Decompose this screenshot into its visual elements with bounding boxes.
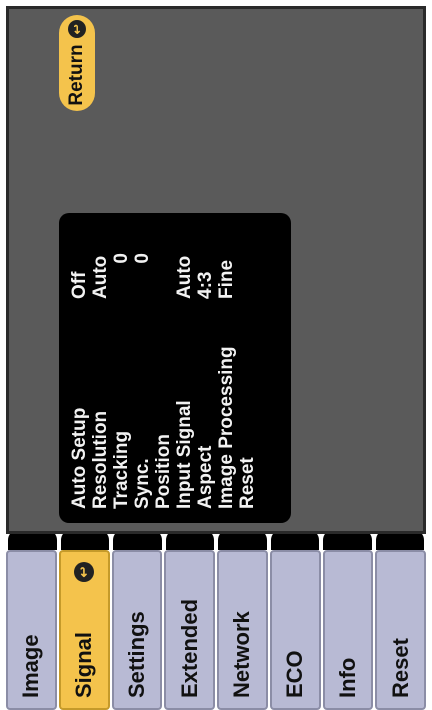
tab-label: ECO: [282, 650, 308, 698]
menu-item-tracking[interactable]: Tracking 0: [111, 219, 132, 509]
tab-label: Extended: [176, 598, 202, 698]
tab-eco[interactable]: ECO: [269, 550, 321, 710]
tab-label: Signal: [71, 631, 97, 698]
menu-value: [153, 219, 174, 299]
tab-label: Network: [229, 611, 255, 698]
menu-item-image-processing[interactable]: Image Processing Fine: [216, 219, 237, 509]
menu-item-position[interactable]: Position: [153, 219, 174, 509]
menu-value: 0: [132, 253, 153, 264]
menu-item-sync[interactable]: Sync. 0: [132, 219, 153, 509]
menu-item-reset[interactable]: Reset: [237, 219, 258, 509]
menu-label: Auto Setup: [69, 407, 90, 509]
menu-label: Aspect: [195, 445, 216, 509]
tab-label: Info: [334, 657, 360, 698]
settings-list: Auto Setup Off Resolution Auto Tracking …: [59, 213, 291, 523]
tab-reset[interactable]: Reset: [375, 550, 426, 710]
tab-image[interactable]: Image: [6, 550, 57, 710]
tab-extended[interactable]: Extended: [164, 550, 215, 710]
tab-info[interactable]: Info: [322, 550, 374, 710]
menu-label: Position: [153, 434, 174, 509]
menu-value: Auto: [90, 255, 111, 299]
return-button[interactable]: Return ↩: [59, 15, 95, 111]
menu-list: Auto Setup Off Resolution Auto Tracking …: [69, 219, 258, 509]
enter-icon: ↩: [74, 562, 95, 582]
menu-value: Off: [69, 271, 90, 299]
category-tabs: Image Signal ↩ Settings Extended Network…: [6, 550, 426, 710]
tab-settings[interactable]: Settings: [111, 550, 163, 710]
menu-value: Fine: [216, 259, 237, 299]
tab-signal[interactable]: Signal ↩: [58, 550, 110, 710]
menu-item-resolution[interactable]: Resolution Auto: [90, 219, 111, 509]
menu-value: 4:3: [195, 271, 216, 299]
menu-value: [237, 219, 258, 299]
menu-value: Auto: [174, 255, 195, 299]
menu-label: Resolution: [90, 410, 111, 509]
enter-icon: ↩: [68, 20, 86, 39]
tab-label: Settings: [123, 611, 149, 698]
menu-label: Sync.: [132, 458, 153, 509]
menu-label: Tracking: [111, 430, 132, 509]
menu-item-input-signal[interactable]: Input Signal Auto: [174, 219, 195, 509]
menu-label: Image Processing: [216, 346, 237, 509]
tab-label: Reset: [387, 638, 413, 698]
tab-network[interactable]: Network: [217, 550, 268, 710]
signal-menu-panel: Auto Setup Off Resolution Auto Tracking …: [6, 6, 426, 534]
menu-value: 0: [111, 253, 132, 264]
menu-item-auto-setup[interactable]: Auto Setup Off: [69, 219, 90, 509]
menu-item-aspect[interactable]: Aspect 4:3: [195, 219, 216, 509]
menu-label: Input Signal: [174, 400, 195, 509]
tab-label: Image: [18, 634, 44, 698]
menu-label: Reset: [237, 457, 258, 509]
return-label: Return: [66, 44, 87, 106]
projector-osd: Image Signal ↩ Settings Extended Network…: [0, 0, 432, 710]
